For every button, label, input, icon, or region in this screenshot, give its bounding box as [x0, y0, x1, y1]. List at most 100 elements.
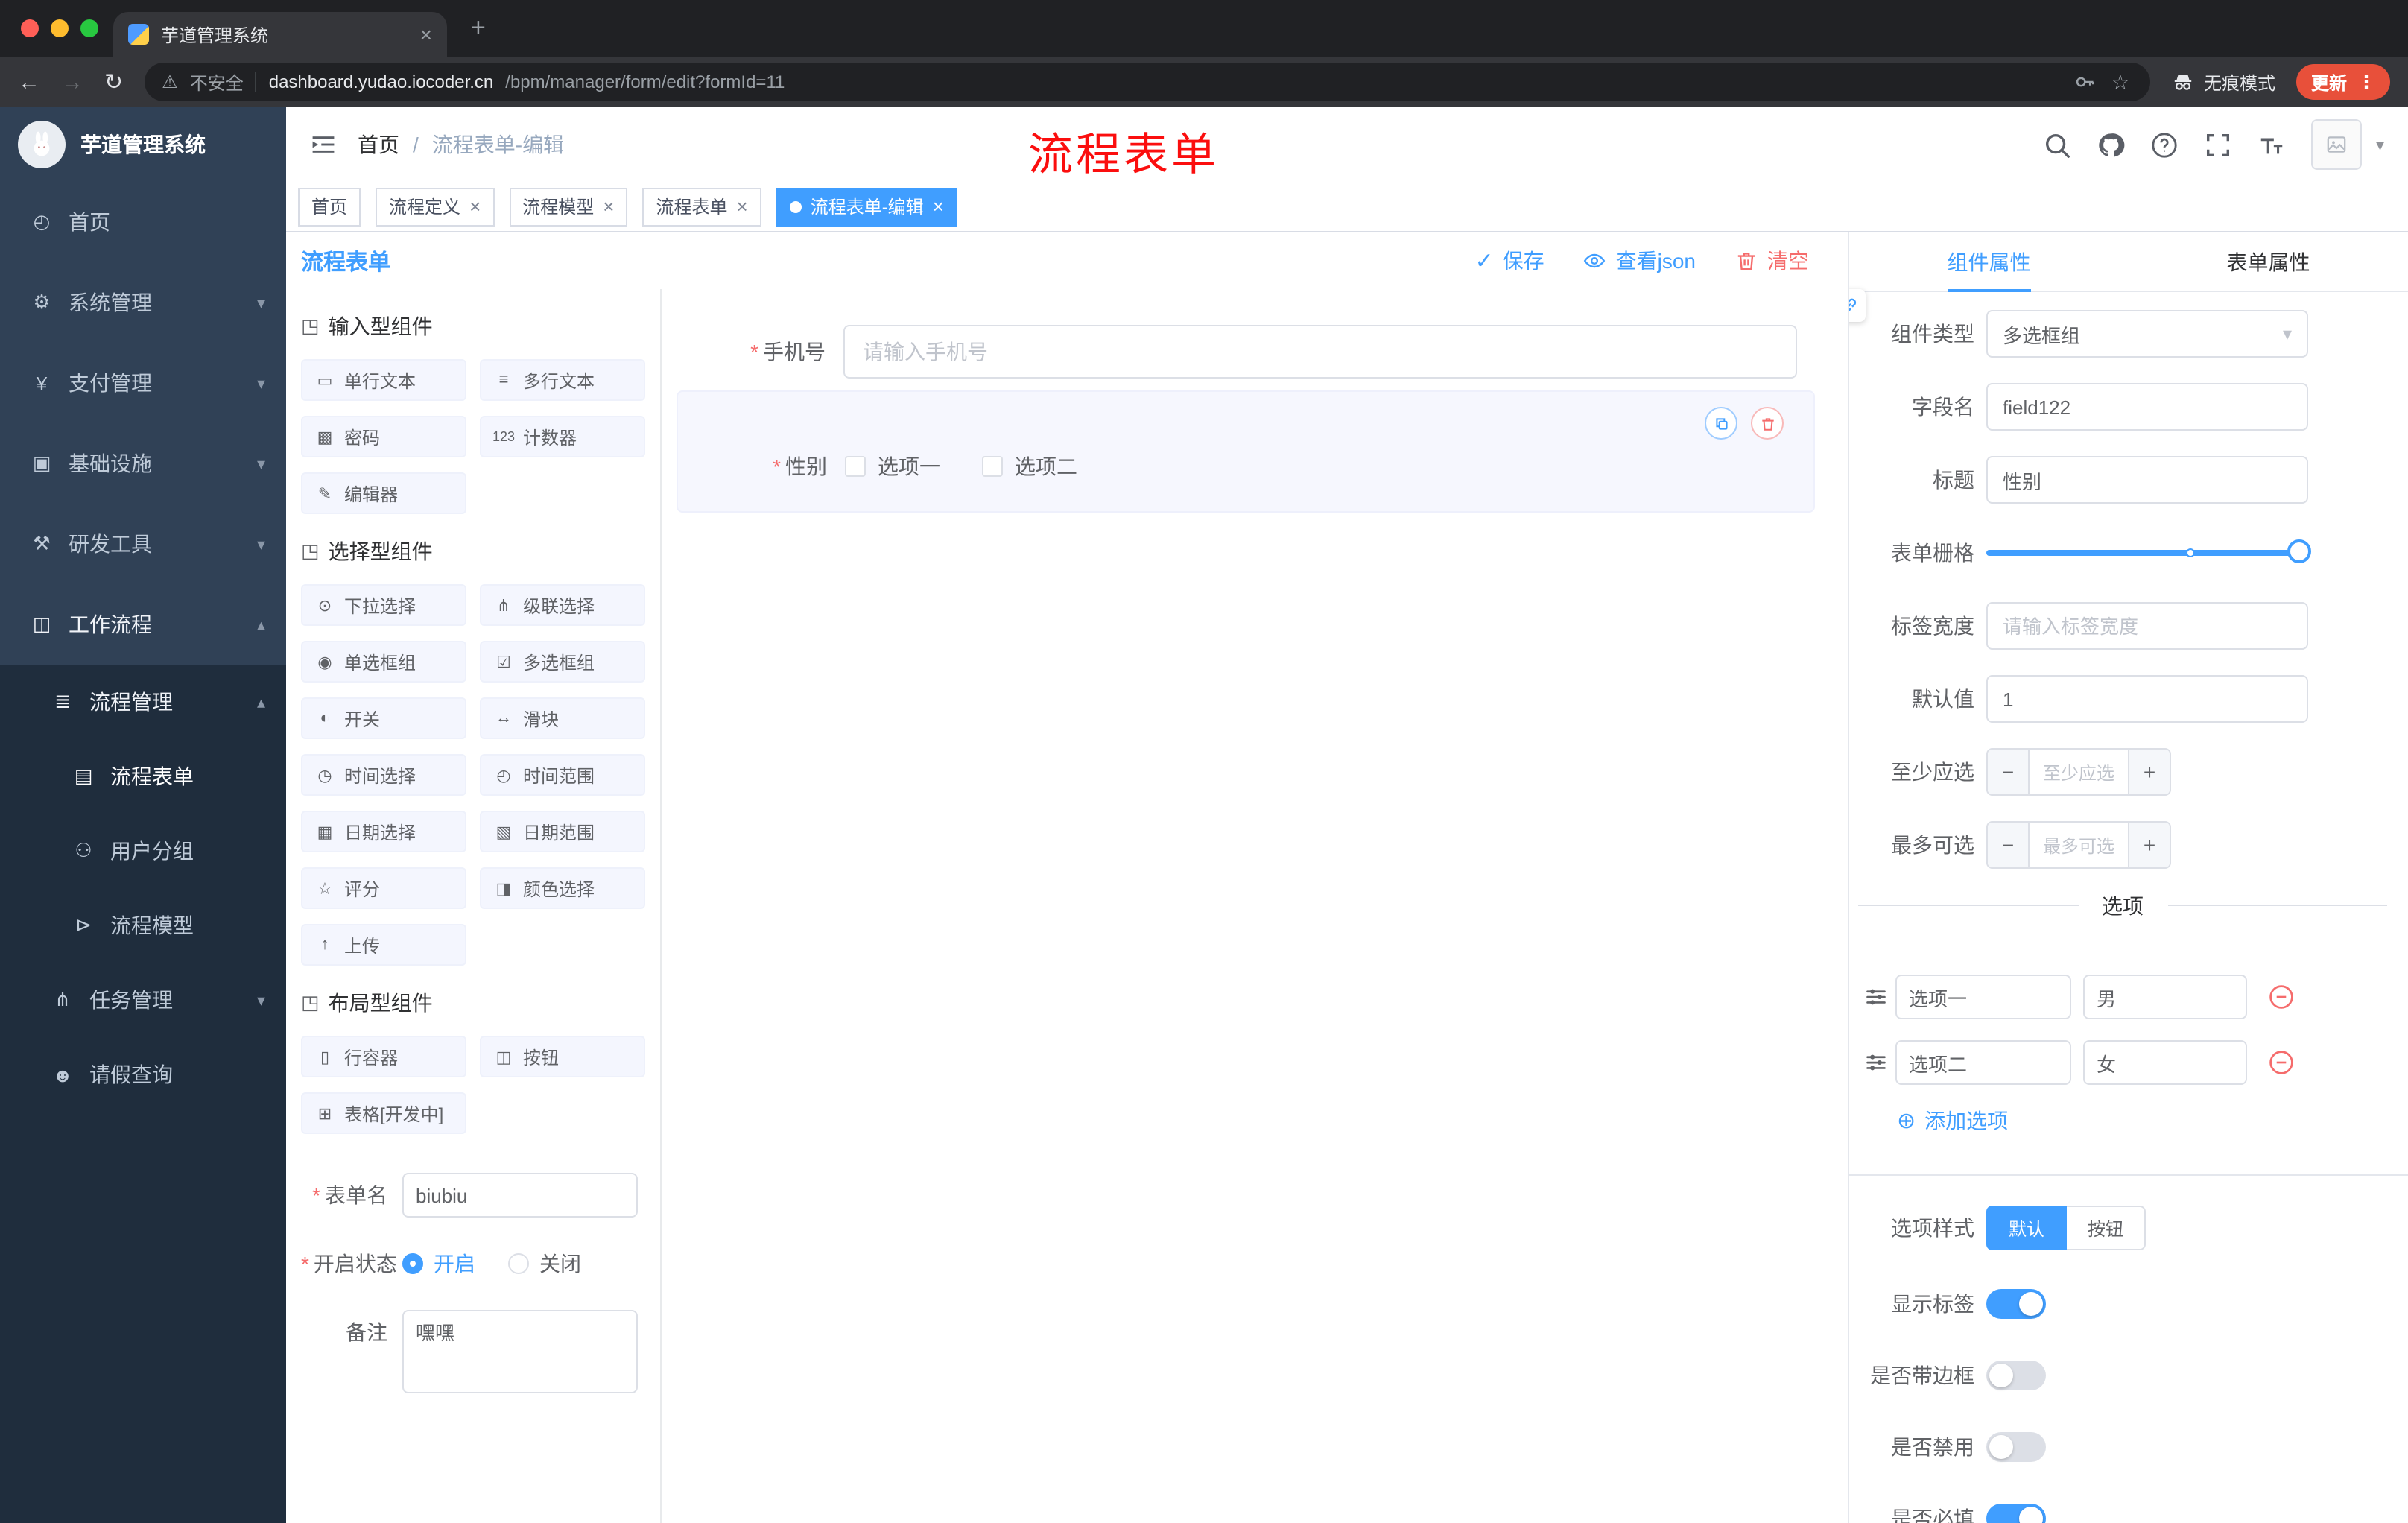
link-icon[interactable] [1849, 289, 1866, 322]
palette-item-upload[interactable]: ↑ 上传 [301, 924, 466, 966]
address-bar[interactable]: ⚠ 不安全 dashboard.yudao.iocoder.cn/bpm/man… [144, 63, 2150, 101]
palette-item-table[interactable]: ⊞ 表格[开发中] [301, 1092, 466, 1134]
tag-process-form-edit[interactable]: 流程表单-编辑 × [776, 187, 957, 226]
decrease-button[interactable]: − [1988, 750, 2030, 794]
avatar[interactable] [2311, 119, 2363, 170]
tag-close-icon[interactable]: × [469, 197, 481, 216]
palette-item-counter[interactable]: 123 计数器 [480, 416, 645, 457]
clear-button[interactable]: 清空 [1734, 246, 1809, 276]
tag-process-form[interactable]: 流程表单 × [642, 187, 761, 226]
sidebar-item-process-form[interactable]: ▤ 流程表单 [0, 739, 286, 814]
close-window-button[interactable] [21, 19, 39, 37]
palette-item-time-picker[interactable]: ◷ 时间选择 [301, 754, 466, 796]
sidebar-item-user-group[interactable]: ⚇ 用户分组 [0, 814, 286, 888]
tag-close-icon[interactable]: × [737, 197, 748, 216]
palette-item-rate[interactable]: ☆ 评分 [301, 867, 466, 909]
palette-item-time-range[interactable]: ◴ 时间范围 [480, 754, 645, 796]
required-toggle[interactable] [1986, 1504, 2046, 1523]
sidebar-fold-icon[interactable] [310, 131, 337, 158]
increase-button[interactable]: + [2128, 823, 2170, 867]
canvas-field-phone[interactable]: * 手机号 [677, 325, 1815, 379]
save-button[interactable]: ✓ 保存 [1474, 246, 1544, 276]
sidebar-item-devtools[interactable]: ⚒ 研发工具 ▾ [0, 504, 286, 584]
password-key-icon[interactable] [2073, 70, 2097, 94]
phone-input[interactable] [843, 325, 1797, 379]
component-type-select[interactable]: 多选框组 ▾ [1986, 310, 2308, 358]
style-button-button[interactable]: 按钮 [2067, 1206, 2146, 1250]
palette-item-checkbox-group[interactable]: ☑ 多选框组 [480, 641, 645, 683]
tab-close-icon[interactable]: × [420, 24, 432, 45]
forward-button[interactable]: → [61, 71, 83, 93]
add-option-button[interactable]: ⊕ 添加选项 [1897, 1106, 2387, 1136]
tag-process-definition[interactable]: 流程定义 × [376, 187, 495, 226]
form-remark-textarea[interactable]: 嘿嘿 [402, 1310, 638, 1393]
tab-component-props[interactable]: 组件属性 [1849, 232, 2129, 292]
delete-field-button[interactable] [1751, 407, 1784, 440]
zoom-window-button[interactable] [80, 19, 98, 37]
form-canvas[interactable]: * 手机号 请输入手机号 * 性别 选项一 选项二 [662, 289, 1848, 1523]
tag-close-icon[interactable]: × [603, 197, 614, 216]
browser-menu-icon[interactable]: ⋮ [2357, 72, 2375, 92]
browser-tab[interactable]: 芋道管理系统 × [113, 12, 447, 57]
palette-item-slider[interactable]: ↔ 滑块 [480, 697, 645, 739]
option-1-label-input[interactable] [1895, 975, 2071, 1019]
sidebar-item-process-model[interactable]: ⊳ 流程模型 [0, 888, 286, 963]
max-select-value[interactable]: 最多可选 [2030, 823, 2128, 867]
minimize-window-button[interactable] [51, 19, 69, 37]
style-default-button[interactable]: 默认 [1986, 1206, 2068, 1250]
gender-option-2-checkbox[interactable]: 选项二 [982, 452, 1077, 481]
drag-handle-icon[interactable] [1864, 1051, 1888, 1074]
palette-item-row-container[interactable]: ▯ 行容器 [301, 1036, 466, 1077]
view-json-button[interactable]: 查看json [1583, 246, 1696, 276]
palette-item-radio-group[interactable]: ◉ 单选框组 [301, 641, 466, 683]
sidebar-item-payment[interactable]: ¥ 支付管理 ▾ [0, 343, 286, 423]
show-label-toggle[interactable] [1986, 1289, 2046, 1319]
palette-item-color-picker[interactable]: ◨ 颜色选择 [480, 867, 645, 909]
drag-handle-icon[interactable] [1864, 985, 1888, 1009]
help-icon[interactable] [2151, 130, 2179, 159]
remove-option-icon[interactable] [2268, 984, 2295, 1010]
option-2-label-input[interactable] [1895, 1040, 2071, 1085]
palette-item-password[interactable]: ▩ 密码 [301, 416, 466, 457]
form-name-input[interactable] [402, 1173, 638, 1218]
new-tab-button[interactable]: + [471, 13, 486, 43]
slider-handle[interactable] [2287, 539, 2311, 563]
tag-home[interactable]: 首页 [298, 187, 361, 226]
tag-close-icon[interactable]: × [933, 197, 944, 216]
title-input[interactable] [1986, 456, 2308, 504]
update-chip[interactable]: 更新 ⋮ [2295, 64, 2390, 100]
back-button[interactable]: ← [18, 71, 40, 93]
option-2-value-input[interactable] [2083, 1040, 2247, 1085]
label-width-input[interactable] [1986, 602, 2308, 650]
border-toggle[interactable] [1986, 1361, 2046, 1390]
palette-item-editor[interactable]: ✎ 编辑器 [301, 472, 466, 514]
option-1-value-input[interactable] [2083, 975, 2247, 1019]
status-off-radio[interactable]: 关闭 [508, 1249, 581, 1279]
palette-item-switch[interactable]: ◐ 开关 [301, 697, 466, 739]
canvas-field-gender-selected[interactable]: * 性别 选项一 选项二 [677, 390, 1815, 513]
sidebar-item-workflow[interactable]: ◫ 工作流程 ▴ [0, 584, 286, 665]
decrease-button[interactable]: − [1988, 823, 2030, 867]
status-on-radio[interactable]: 开启 [402, 1249, 475, 1279]
tab-form-props[interactable]: 表单属性 [2129, 232, 2408, 291]
palette-item-single-line-text[interactable]: ▭ 单行文本 [301, 359, 466, 401]
gender-option-1-checkbox[interactable]: 选项一 [845, 452, 940, 481]
palette-item-select[interactable]: ⊙ 下拉选择 [301, 584, 466, 626]
palette-item-button[interactable]: ◫ 按钮 [480, 1036, 645, 1077]
tag-process-model[interactable]: 流程模型 × [509, 187, 628, 226]
sidebar-item-process-mgmt[interactable]: ≣ 流程管理 ▴ [0, 665, 286, 739]
sidebar-item-task-mgmt[interactable]: ⋔ 任务管理 ▾ [0, 963, 286, 1037]
bookmark-star-icon[interactable]: ☆ [2108, 70, 2132, 94]
sidebar-item-system[interactable]: ⚙ 系统管理 ▾ [0, 262, 286, 343]
font-size-icon[interactable] [2258, 130, 2287, 159]
palette-item-cascader[interactable]: ⋔ 级联选择 [480, 584, 645, 626]
increase-button[interactable]: + [2128, 750, 2170, 794]
sidebar-item-home[interactable]: ◴ 首页 [0, 182, 286, 262]
palette-item-date-picker[interactable]: ▦ 日期选择 [301, 811, 466, 852]
sidebar-item-infrastructure[interactable]: ▣ 基础设施 ▾ [0, 423, 286, 504]
grid-slider[interactable] [1986, 529, 2311, 577]
fullscreen-icon[interactable] [2205, 130, 2233, 159]
remove-option-icon[interactable] [2268, 1049, 2295, 1076]
reload-button[interactable]: ↻ [104, 71, 123, 93]
copy-field-button[interactable] [1705, 407, 1737, 440]
